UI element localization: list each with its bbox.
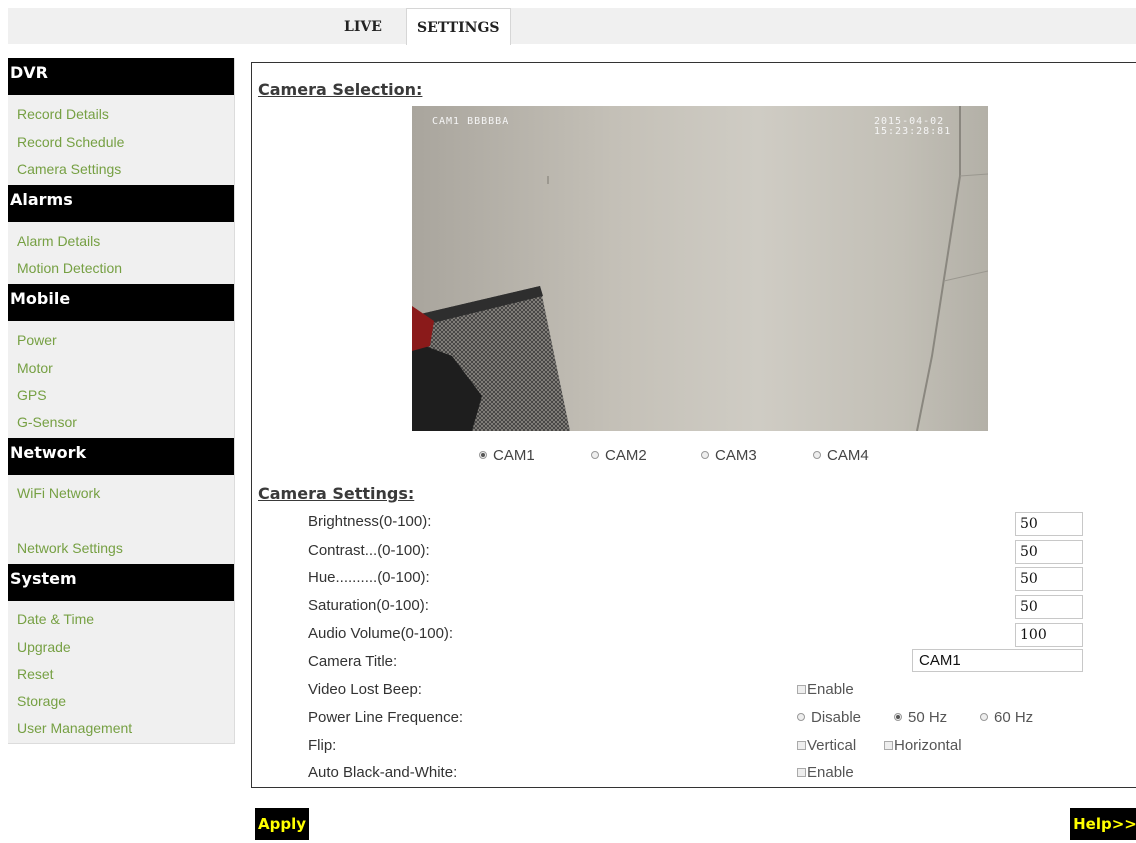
- video-lost-beep-label: Video Lost Beep:: [308, 681, 422, 698]
- top-tab-bar: LIVE SETTINGS: [8, 8, 1136, 45]
- sidebar-item-reset[interactable]: Reset: [17, 666, 54, 682]
- cam4-radio[interactable]: CAM4: [813, 447, 869, 464]
- sidebar-item-user-management[interactable]: User Management: [17, 720, 132, 736]
- camera-scene-image: [412, 106, 988, 431]
- sidebar-item-motion-detection[interactable]: Motion Detection: [17, 260, 122, 276]
- checkbox-icon: [797, 684, 806, 694]
- checkbox-icon: [884, 740, 893, 750]
- sidebar-item-camera-settings[interactable]: Camera Settings: [17, 161, 121, 177]
- contrast-label: Contrast...(0-100):: [308, 542, 430, 559]
- hue-label: Hue..........(0-100):: [308, 569, 430, 586]
- sidebar-section-dvr: DVR: [8, 58, 234, 95]
- audio-volume-label: Audio Volume(0-100):: [308, 625, 454, 642]
- sidebar-item-upgrade[interactable]: Upgrade: [17, 639, 71, 655]
- power-line-disable-radio[interactable]: Disable: [797, 709, 861, 726]
- power-line-50hz-radio[interactable]: 50 Hz: [894, 709, 947, 726]
- radio-icon: [980, 713, 988, 722]
- sidebar-item-power[interactable]: Power: [17, 332, 57, 348]
- sidebar-section-system: System: [8, 564, 234, 601]
- radio-icon: [813, 451, 821, 460]
- hue-input[interactable]: [1015, 567, 1083, 591]
- tab-settings[interactable]: SETTINGS: [406, 8, 511, 45]
- help-button[interactable]: Help>>: [1070, 808, 1136, 840]
- sidebar-item-wifi-network[interactable]: WiFi Network: [17, 485, 100, 501]
- osd-time: 15:23:28:81: [874, 126, 952, 137]
- contrast-input[interactable]: [1015, 540, 1083, 564]
- radio-icon: [701, 451, 709, 460]
- checkbox-icon: [797, 740, 806, 750]
- settings-panel: Camera Selection: CAM1 BBBBBA 2015-04-02: [251, 62, 1136, 788]
- camera-preview: CAM1 BBBBBA 2015-04-02 15:23:28:81: [412, 106, 988, 431]
- video-lost-beep-checkbox[interactable]: Enable: [797, 681, 854, 698]
- sidebar-item-g-sensor[interactable]: G-Sensor: [17, 414, 77, 430]
- cam1-radio[interactable]: CAM1: [479, 447, 535, 464]
- sidebar-item-alarm-details[interactable]: Alarm Details: [17, 233, 100, 249]
- sidebar-item-record-details[interactable]: Record Details: [17, 106, 109, 122]
- camera-title-input[interactable]: [912, 649, 1083, 672]
- auto-bw-checkbox[interactable]: Enable: [797, 764, 854, 781]
- flip-label: Flip:: [308, 737, 337, 754]
- apply-button[interactable]: Apply: [255, 808, 309, 840]
- sidebar-item-storage[interactable]: Storage: [17, 693, 66, 709]
- saturation-input[interactable]: [1015, 595, 1083, 619]
- cam3-radio[interactable]: CAM3: [701, 447, 757, 464]
- radio-icon: [797, 713, 805, 722]
- flip-horizontal-checkbox[interactable]: Horizontal: [884, 737, 962, 754]
- audio-volume-input[interactable]: [1015, 623, 1083, 647]
- brightness-input[interactable]: [1015, 512, 1083, 536]
- brightness-label: Brightness(0-100):: [308, 513, 432, 530]
- sidebar-section-alarms: Alarms: [8, 185, 234, 222]
- radio-icon: [591, 451, 599, 460]
- tab-live[interactable]: LIVE: [334, 8, 392, 44]
- saturation-label: Saturation(0-100):: [308, 597, 429, 614]
- auto-bw-label: Auto Black-and-White:: [308, 764, 458, 781]
- sidebar-section-network: Network: [8, 438, 234, 475]
- radio-selected-icon: [479, 451, 487, 460]
- sidebar-section-mobile: Mobile: [8, 284, 234, 321]
- sidebar-item-gps[interactable]: GPS: [17, 387, 47, 403]
- sidebar-item-record-schedule[interactable]: Record Schedule: [17, 134, 124, 150]
- sidebar-item-network-settings[interactable]: Network Settings: [17, 540, 123, 556]
- camera-selection-title: Camera Selection:: [258, 80, 423, 99]
- osd-camera-name: CAM1 BBBBBA: [432, 116, 510, 127]
- sidebar: DVR Record Details Record Schedule Camer…: [8, 58, 235, 744]
- radio-selected-icon: [894, 713, 902, 722]
- power-line-60hz-radio[interactable]: 60 Hz: [980, 709, 1033, 726]
- sidebar-item-motor[interactable]: Motor: [17, 360, 53, 376]
- sidebar-item-date-time[interactable]: Date & Time: [17, 611, 94, 627]
- flip-vertical-checkbox[interactable]: Vertical: [797, 737, 856, 754]
- checkbox-icon: [797, 767, 806, 777]
- power-line-label: Power Line Frequence:: [308, 709, 464, 726]
- camera-settings-title: Camera Settings:: [258, 484, 415, 503]
- camera-title-label: Camera Title:: [308, 653, 398, 670]
- cam2-radio[interactable]: CAM2: [591, 447, 647, 464]
